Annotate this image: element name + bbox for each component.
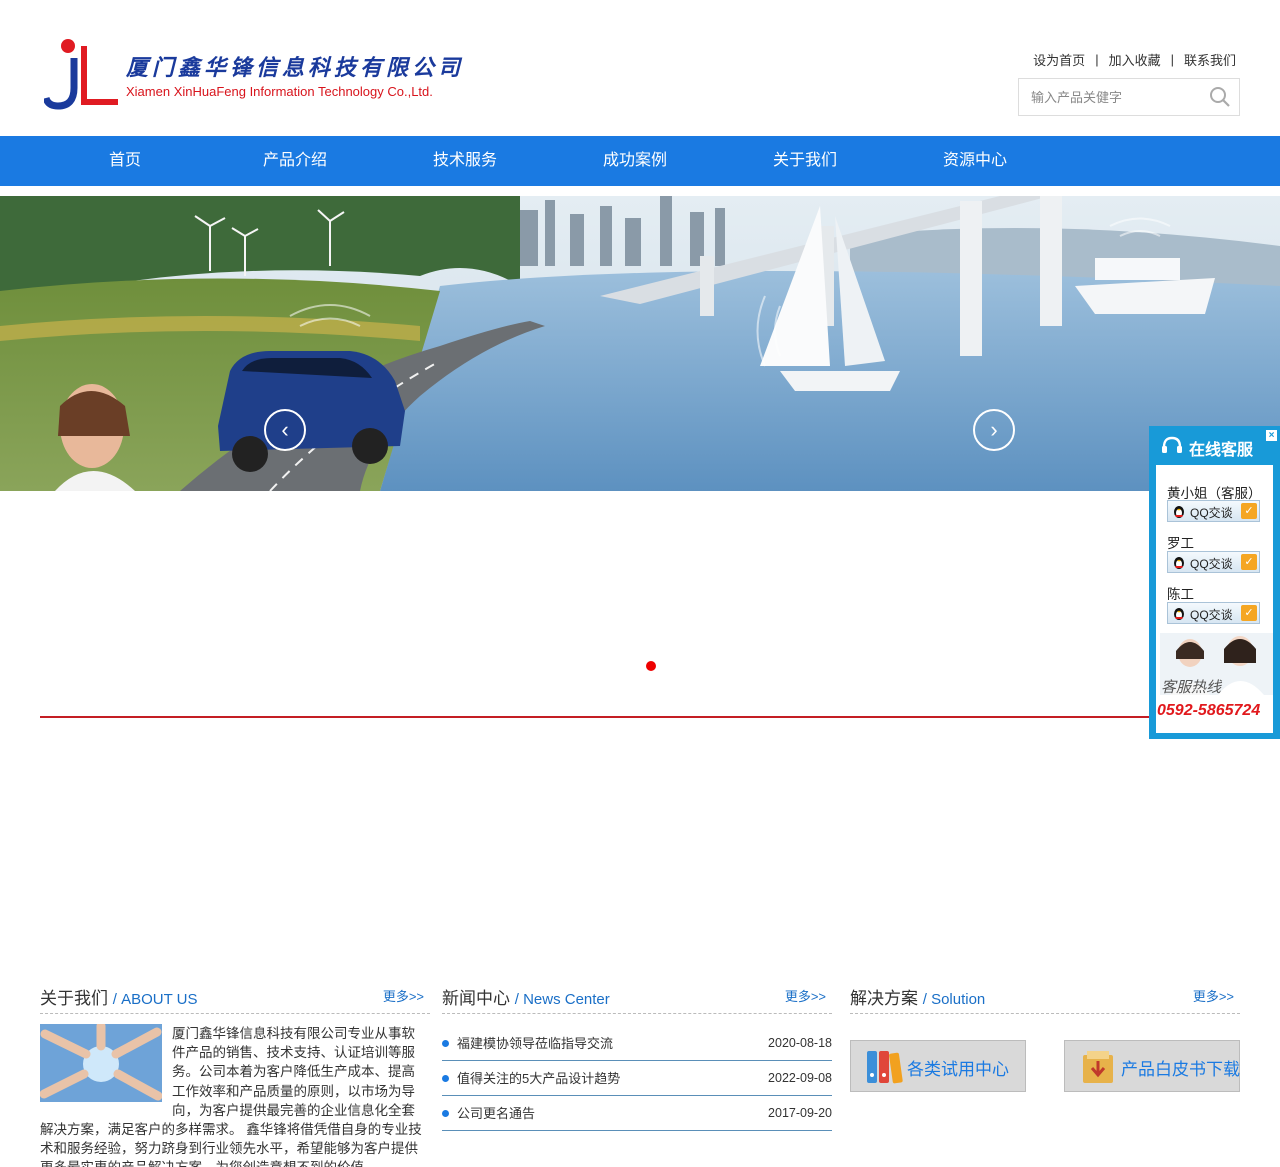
solution-section: 解决方案 / Solution 更多>> 各类试用中心 产品白皮书下载 [850,980,1240,1092]
online-service-panel: 在线客服 × 黄小姐（客服） QQ交谈 ✓ 罗工 QQ交谈 ✓ 陈工 QQ交谈 … [1149,426,1280,739]
link-separator: | [1170,52,1174,67]
qq-penguin-icon [1174,506,1184,518]
binders-icon [867,1051,903,1084]
about-title-en: / ABOUT US [112,991,198,1008]
main-nav: 首页 产品介绍 技术服务 成功案例 关于我们 资源中心 [0,136,1280,186]
nav-item-cases[interactable]: 成功案例 [550,136,720,186]
banner-next-button[interactable]: › [973,409,1015,451]
qq-penguin-icon [1174,608,1184,620]
news-item-date: 2017-09-20 [768,1106,832,1120]
about-title-cn: 关于我们 [40,989,108,1008]
qq-chat-button[interactable]: QQ交谈 ✓ [1167,551,1260,573]
search-icon[interactable] [1209,86,1231,108]
qq-chat-button[interactable]: QQ交谈 ✓ [1167,500,1260,522]
qq-chat-label: QQ交谈 [1190,506,1233,520]
news-title-cn: 新闻中心 [442,989,510,1008]
service-person-name: 黄小姐（客服） [1167,486,1262,501]
service-person-name: 罗工 [1167,536,1194,551]
hotline-label: 客服热线 [1161,679,1222,696]
link-separator: | [1095,52,1099,67]
news-item-title[interactable]: 公司更名通告 [457,1096,535,1131]
online-service-header: 在线客服 [1149,426,1280,464]
nav-item-about[interactable]: 关于我们 [720,136,890,186]
nav-item-products[interactable]: 产品介绍 [210,136,380,186]
solution-title-en: / Solution [922,991,986,1008]
search-input[interactable] [1019,79,1199,115]
nav-item-tech-service[interactable]: 技术服务 [380,136,550,186]
trial-center-label: 各类试用中心 [907,1060,1009,1079]
banner-image [0,196,1280,491]
banner-prev-button[interactable]: ‹ [264,409,306,451]
header: 厦门鑫华锋信息科技有限公司 Xiamen XinHuaFeng Informat… [0,0,1280,136]
news-header: 新闻中心 / News Center 更多>> [442,980,832,1014]
divider-line [40,716,1150,718]
news-item-title[interactable]: 福建模协领导莅临指导交流 [457,1026,613,1061]
solution-header: 解决方案 / Solution 更多>> [850,980,1240,1014]
qq-chat-button[interactable]: QQ交谈 ✓ [1167,602,1260,624]
nav-item-home[interactable]: 首页 [40,136,210,186]
news-title: 新闻中心 / News Center [442,984,610,1009]
news-list: 福建模协领导莅临指导交流 2020-08-18 值得关注的5大产品设计趋势 20… [442,1026,832,1131]
search-box [1018,78,1240,116]
news-item[interactable]: 公司更名通告 2017-09-20 [442,1096,832,1131]
news-item-date: 2022-09-08 [768,1071,832,1085]
download-box-icon [1083,1051,1113,1083]
set-homepage-link[interactable]: 设为首页 [1033,50,1085,69]
news-item[interactable]: 值得关注的5大产品设计趋势 2022-09-08 [442,1061,832,1096]
news-title-en: / News Center [514,991,610,1008]
whitepaper-download-label: 产品白皮书下载 [1121,1060,1240,1079]
solution-more-link[interactable]: 更多>> [1193,986,1234,1005]
logo-company-name-cn: 厦门鑫华锋信息科技有限公司 [126,55,465,81]
banner-slider: ‹ › [0,196,1280,491]
about-description: 厦门鑫华锋信息科技有限公司专业从事软件产品的销售、技术支持、认证培训等服务。公司… [40,1024,426,1167]
news-item[interactable]: 福建模协领导莅临指导交流 2020-08-18 [442,1026,832,1061]
online-service-title: 在线客服 [1189,442,1254,459]
add-favorite-link[interactable]: 加入收藏 [1109,50,1161,69]
logo-company-name-en: Xiamen XinHuaFeng Information Technology… [126,84,433,99]
about-header: 关于我们 / ABOUT US 更多>> [40,980,430,1014]
news-section: 新闻中心 / News Center 更多>> 福建模协领导莅临指导交流 202… [442,980,832,1131]
headset-icon [1162,436,1182,453]
about-more-link[interactable]: 更多>> [383,986,424,1005]
about-section: 关于我们 / ABOUT US 更多>> 厦门鑫华锋信息科技有限公司专业从事软件… [40,980,430,1167]
whitepaper-download-button[interactable]: 产品白皮书下载 [1064,1040,1240,1092]
contact-us-link[interactable]: 联系我们 [1184,50,1236,69]
service-person-name: 陈工 [1167,587,1194,602]
solution-title: 解决方案 / Solution [850,984,985,1009]
company-logo[interactable]: 厦门鑫华锋信息科技有限公司 Xiamen XinHuaFeng Informat… [44,36,464,112]
logo-mark-icon [44,39,118,110]
news-item-title[interactable]: 值得关注的5大产品设计趋势 [457,1061,620,1096]
check-icon: ✓ [1241,503,1257,519]
bullet-icon [442,1110,449,1117]
qq-chat-label: QQ交谈 [1190,557,1233,571]
top-links: 设为首页 | 加入收藏 | 联系我们 [1033,50,1236,69]
news-item-date: 2020-08-18 [768,1036,832,1050]
nav-item-resources[interactable]: 资源中心 [890,136,1060,186]
bullet-icon [442,1075,449,1082]
bullet-icon [442,1040,449,1047]
qq-chat-label: QQ交谈 [1190,608,1233,622]
about-title: 关于我们 / ABOUT US [40,984,197,1009]
qq-penguin-icon [1174,557,1184,569]
close-icon[interactable]: × [1266,430,1277,441]
check-icon: ✓ [1241,554,1257,570]
slider-dot-active[interactable] [646,661,656,671]
check-icon: ✓ [1241,605,1257,621]
trial-center-button[interactable]: 各类试用中心 [850,1040,1026,1092]
solution-title-cn: 解决方案 [850,989,918,1008]
hotline-number: 0592-5865724 [1157,702,1261,719]
news-more-link[interactable]: 更多>> [785,986,826,1005]
